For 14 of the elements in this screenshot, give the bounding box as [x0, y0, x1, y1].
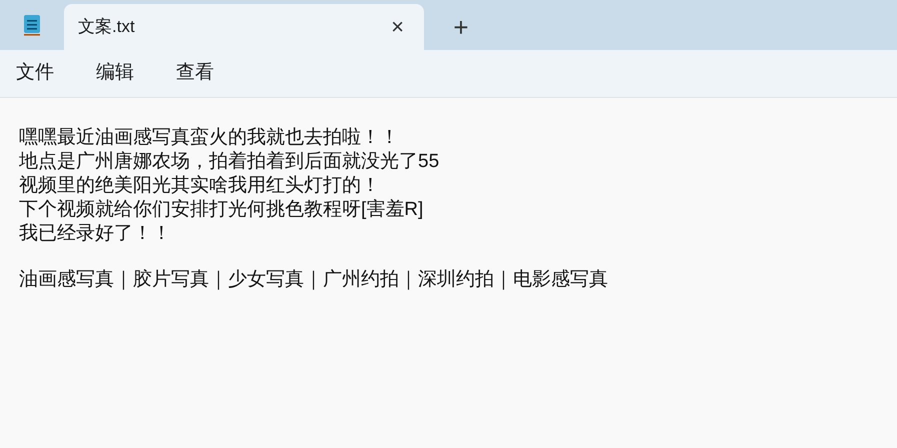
document-tab[interactable]: 文案.txt ×: [64, 4, 424, 50]
text-line: 下个视频就给你们安排打光何挑色教程呀[害羞R]: [19, 198, 424, 222]
menu-item[interactable]: 编辑: [96, 59, 134, 88]
text-editor[interactable]: 嘿嘿最近油画感写真蛮火的我就也去拍啦！！ 地点是广州唐娜农场，拍着拍着到后面就没光了55 视频里的绝美阳光其实啥我用红头灯打的！ 下个视频就给你们安排打光何挑色教程呀[害羞R] 我已经录好了！！ 油画感写真｜胶片写真｜少女写真｜广州约拍｜深圳约拍｜电影感写真: [0, 98, 897, 448]
text-line: 嘿嘿最近油画感写真蛮火的我就也去拍啦！！: [19, 126, 399, 150]
text-line: 视频里的绝美阳光其实啥我用红头灯打的！: [19, 174, 380, 198]
text-line: 地点是广州唐娜农场，拍着拍着到后面就没光了55: [19, 150, 440, 174]
close-button[interactable]: ×: [391, 16, 404, 38]
menu-item[interactable]: 查看: [176, 59, 214, 88]
text-line: 油画感写真｜胶片写真｜少女写真｜广州约拍｜深圳约拍｜电影感写真: [19, 268, 608, 292]
notepad-icon: [23, 14, 41, 36]
new-tab-button[interactable]: +: [448, 8, 474, 44]
menu-item[interactable]: 文件: [16, 59, 54, 88]
text-line: 我已经录好了！！: [19, 222, 171, 246]
